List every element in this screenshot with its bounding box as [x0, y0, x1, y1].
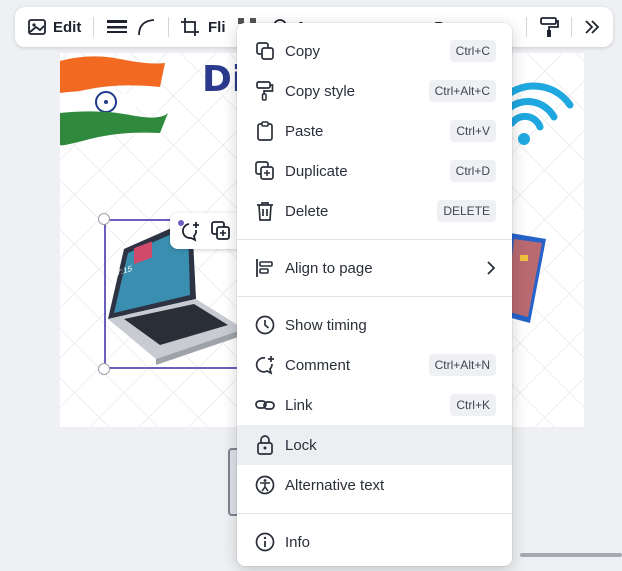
copy-style-button[interactable]: [535, 12, 563, 42]
edit-image-icon: [27, 17, 47, 37]
flip-button[interactable]: Fli: [204, 12, 230, 42]
shortcut-badge: Ctrl+D: [449, 160, 496, 182]
edit-label: Edit: [53, 18, 82, 36]
menu-item-label: Paste: [285, 122, 324, 140]
crop-icon: [180, 17, 200, 37]
menu-item-copy-style[interactable]: Copy style Ctrl+Alt+C: [237, 71, 512, 111]
crop-button[interactable]: [176, 12, 204, 42]
double-chevron-right-icon: [583, 18, 601, 36]
menu-item-label: Delete: [285, 202, 329, 220]
clipboard-icon: [255, 121, 275, 141]
flip-label: Fli: [208, 18, 226, 36]
edit-button[interactable]: Edit: [23, 12, 85, 42]
link-icon: [255, 395, 275, 415]
copy-icon: [255, 41, 275, 61]
corner-rounding-button[interactable]: [132, 12, 160, 42]
menu-item-label: Duplicate: [285, 162, 348, 180]
menu-item-label: Copy style: [285, 82, 356, 100]
paint-roller-icon: [539, 16, 559, 38]
menu-item-delete[interactable]: Delete DELETE: [237, 191, 512, 231]
menu-item-label: Copy: [285, 42, 321, 60]
menu-item-lock[interactable]: Lock: [237, 425, 512, 465]
shortcut-badge: Ctrl+K: [450, 394, 496, 416]
menu-item-label: Link: [285, 396, 313, 414]
trash-icon: [255, 201, 275, 221]
menu-item-label: Alternative text: [285, 476, 385, 494]
duplicate-icon: [255, 161, 275, 181]
border-style-button[interactable]: [102, 12, 132, 42]
wifi-graphic[interactable]: [506, 71, 576, 151]
menu-divider: [237, 239, 512, 240]
menu-item-label: Align to page: [285, 259, 373, 277]
align-left-icon: [255, 258, 275, 278]
menu-item-align-to-page[interactable]: Align to page: [237, 248, 512, 288]
info-icon: [255, 532, 275, 552]
duplicate-icon[interactable]: [210, 220, 232, 242]
context-menu: Copy Ctrl+C Copy style Ctrl+Alt+C Paste …: [237, 23, 512, 566]
more-tools-button[interactable]: [579, 12, 605, 42]
shortcut-badge: DELETE: [437, 200, 496, 222]
menu-item-show-timing[interactable]: Show timing: [237, 305, 512, 345]
add-comment-icon: [255, 355, 275, 375]
lock-icon: [255, 435, 275, 455]
resize-handle-bottom-left[interactable]: [98, 363, 110, 375]
border-style-icon: [106, 17, 128, 37]
menu-item-duplicate[interactable]: Duplicate Ctrl+D: [237, 151, 512, 191]
clock-icon: [255, 315, 275, 335]
shortcut-badge: Ctrl+Alt+N: [428, 354, 496, 376]
menu-item-link[interactable]: Link Ctrl+K: [237, 385, 512, 425]
menu-item-label: Show timing: [285, 316, 367, 334]
add-comment-icon[interactable]: [178, 220, 200, 242]
menu-divider: [237, 296, 512, 297]
menu-item-label: Info: [285, 533, 311, 551]
menu-item-comment[interactable]: Comment Ctrl+Alt+N: [237, 345, 512, 385]
menu-item-label: Comment: [285, 356, 351, 374]
menu-item-info[interactable]: Info: [237, 522, 512, 562]
india-flag-graphic[interactable]: [60, 53, 170, 153]
paint-roller-icon: [255, 81, 275, 101]
menu-item-paste[interactable]: Paste Ctrl+V: [237, 111, 512, 151]
horizontal-scrollbar[interactable]: [520, 553, 622, 557]
accessibility-icon: [255, 475, 275, 495]
shortcut-badge: Ctrl+C: [449, 40, 496, 62]
resize-handle-top-left[interactable]: [98, 213, 110, 225]
menu-item-copy[interactable]: Copy Ctrl+C: [237, 31, 512, 71]
shortcut-badge: Ctrl+V: [450, 120, 496, 142]
chevron-right-icon: [486, 261, 496, 275]
menu-item-alternative-text[interactable]: Alternative text: [237, 465, 512, 505]
menu-divider: [237, 513, 512, 514]
shortcut-badge: Ctrl+Alt+C: [428, 80, 496, 102]
menu-item-label: Lock: [285, 436, 317, 454]
corner-rounding-icon: [136, 17, 156, 37]
